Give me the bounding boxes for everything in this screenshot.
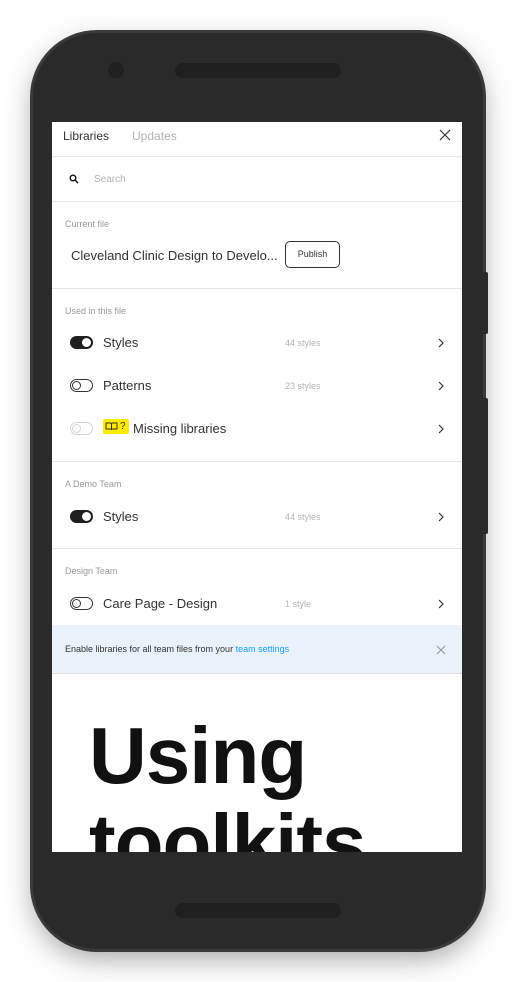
divider — [52, 288, 462, 289]
style-count: 23 styles — [285, 381, 321, 391]
used-in-file-label: Used in this file — [65, 306, 127, 316]
library-row-styles[interactable]: Styles 44 styles — [52, 326, 462, 360]
toggle-switch[interactable] — [70, 336, 93, 349]
power-button — [481, 398, 488, 534]
hero-line-2: toolkits — [89, 798, 366, 852]
current-file-label: Current file — [65, 219, 110, 229]
bottom-bar — [175, 903, 341, 918]
team-settings-link[interactable]: team settings — [236, 644, 290, 654]
library-name: Care Page - Design — [103, 596, 218, 611]
toggle-switch — [70, 422, 93, 435]
library-name: Styles — [103, 335, 139, 350]
tab-bar: Libraries Updates — [52, 122, 462, 157]
team-settings-banner: Enable libraries for all team files from… — [52, 625, 462, 674]
library-row-care-page[interactable]: Care Page - Design 1 style — [52, 587, 462, 621]
design-team-label: Design Team — [65, 566, 118, 576]
divider — [52, 461, 462, 462]
banner-message: Enable libraries for all team files from… — [65, 644, 236, 654]
hero-heading: Using toolkits — [89, 711, 366, 852]
library-row-patterns[interactable]: Patterns 23 styles — [52, 369, 462, 403]
front-camera — [108, 62, 124, 78]
toggle-switch[interactable] — [70, 510, 93, 523]
publish-button[interactable]: Publish — [285, 241, 340, 268]
divider — [52, 548, 462, 549]
close-icon[interactable] — [436, 645, 446, 655]
tab-libraries[interactable]: Libraries — [63, 129, 109, 143]
toggle-switch[interactable] — [70, 379, 93, 392]
speaker-grille — [175, 63, 341, 78]
chevron-right-icon[interactable] — [437, 598, 445, 610]
search-bar — [52, 157, 462, 202]
library-name: Patterns — [103, 378, 152, 393]
library-book-icon — [105, 422, 118, 431]
style-count: 1 style — [285, 599, 312, 609]
missing-library-badge: ? — [103, 419, 129, 434]
style-count: 44 styles — [285, 338, 321, 348]
library-name: Styles — [103, 509, 139, 524]
chevron-right-icon[interactable] — [437, 337, 445, 349]
badge-question-mark: ? — [120, 421, 126, 432]
current-file-name: Cleveland Clinic Design to Develo... — [71, 248, 278, 263]
chevron-right-icon[interactable] — [437, 423, 445, 435]
library-row-missing[interactable]: ? Missing libraries — [52, 412, 462, 446]
screen: Libraries Updates Current file Cleveland… — [52, 122, 462, 852]
library-row-demo-styles[interactable]: Styles 44 styles — [52, 500, 462, 534]
style-count: 44 styles — [285, 512, 321, 522]
chevron-right-icon[interactable] — [437, 380, 445, 392]
toggle-switch[interactable] — [70, 597, 93, 610]
chevron-right-icon[interactable] — [437, 511, 445, 523]
search-input[interactable] — [94, 171, 434, 187]
close-icon[interactable] — [437, 127, 453, 143]
library-name: Missing libraries — [133, 421, 227, 436]
demo-team-label: A Demo Team — [65, 479, 122, 489]
search-icon — [69, 174, 79, 184]
banner-text: Enable libraries for all team files from… — [65, 644, 289, 654]
hero-line-1: Using — [89, 711, 307, 800]
tab-updates[interactable]: Updates — [132, 129, 177, 143]
volume-button — [481, 272, 488, 334]
